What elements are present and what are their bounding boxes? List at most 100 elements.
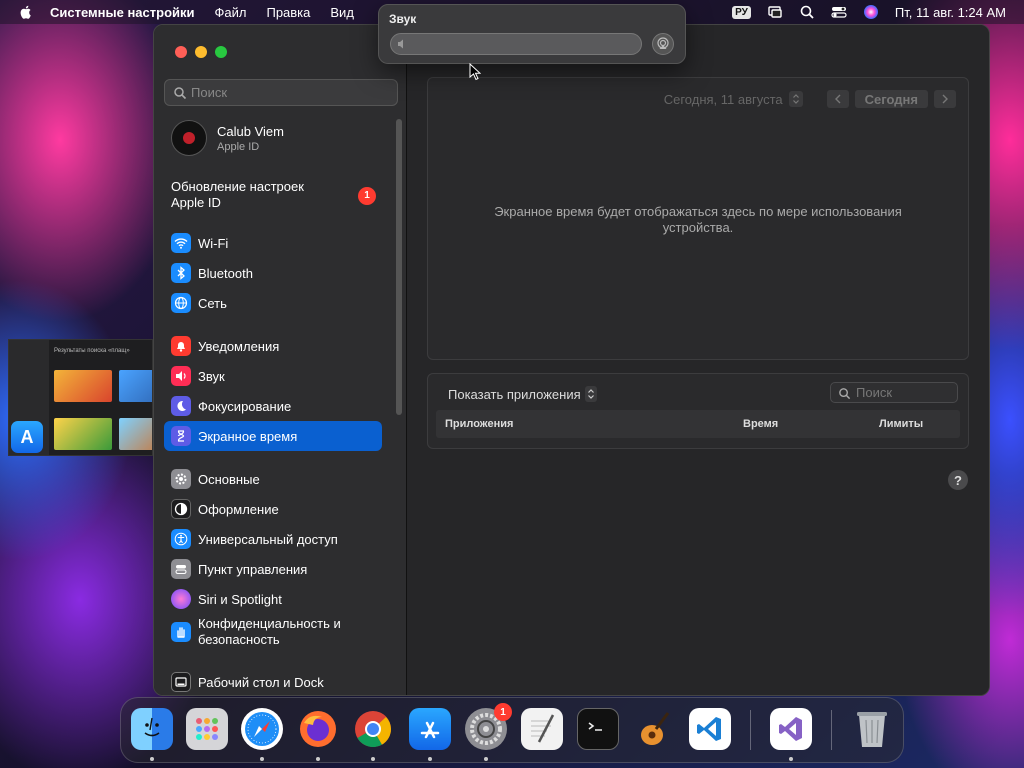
control-center-icon[interactable]: [831, 4, 847, 20]
avatar: [171, 120, 207, 156]
previous-day-button[interactable]: [826, 90, 849, 108]
system-settings-icon[interactable]: 1: [465, 703, 512, 750]
trash-icon[interactable]: [851, 708, 893, 750]
menu-file[interactable]: Файл: [215, 5, 247, 20]
globe-icon: [171, 293, 191, 313]
search-input[interactable]: [191, 85, 397, 100]
moon-icon: [171, 396, 191, 416]
appearance-icon: [171, 499, 191, 519]
sidebar-item-bluetooth[interactable]: Bluetooth: [164, 258, 382, 288]
close-button[interactable]: [175, 46, 187, 58]
sidebar-item-label: Универсальный доступ: [198, 531, 338, 547]
sidebar-item-accessibility[interactable]: Универсальный доступ: [164, 524, 382, 554]
show-apps-popup[interactable]: Показать приложения: [448, 386, 597, 402]
speaker-icon: [398, 39, 403, 49]
today-button[interactable]: Сегодня: [854, 90, 928, 108]
speaker-icon: [171, 366, 191, 386]
minimize-button[interactable]: [195, 46, 207, 58]
menu-datetime[interactable]: Пт, 11 авг. 1:24 AM: [895, 5, 1006, 20]
firefox-icon[interactable]: [297, 708, 339, 750]
menu-edit[interactable]: Правка: [266, 5, 310, 20]
search-icon: [174, 87, 187, 100]
textedit-icon[interactable]: [521, 708, 563, 750]
sidebar-item-label: Экранное время: [198, 428, 298, 444]
garageband-icon[interactable]: [633, 708, 675, 750]
apps-table-header: Приложения Время Лимиты: [436, 410, 960, 438]
volume-slider[interactable]: [390, 33, 642, 55]
sidebar-item-label: Сеть: [198, 295, 227, 311]
sidebar-item-label: Фокусирование: [198, 398, 292, 414]
sidebar-item-label: Конфиденциальность и безопасность: [198, 616, 341, 647]
chevron-updown-icon: [584, 386, 597, 402]
window-controls: [175, 46, 227, 58]
app-store-icon: A: [11, 421, 43, 453]
wifi-icon: [171, 233, 191, 253]
running-indicator: [260, 757, 264, 761]
sidebar-item-network[interactable]: Сеть: [164, 288, 382, 318]
sidebar-scrollbar[interactable]: [396, 119, 402, 415]
sidebar-item-label: Оформление: [198, 501, 279, 517]
menu-view[interactable]: Вид: [330, 5, 354, 20]
menu-app-name[interactable]: Системные настройки: [50, 5, 195, 20]
apple-id-update-item[interactable]: Обновление настроек Apple ID 1: [171, 179, 391, 211]
screen-mirroring-icon[interactable]: [767, 4, 783, 20]
date-stepper[interactable]: [788, 91, 803, 107]
user-name: Calub Viem: [217, 123, 284, 139]
zoom-button[interactable]: [215, 46, 227, 58]
column-header-time[interactable]: Время: [743, 418, 778, 430]
update-badge: 1: [358, 187, 376, 205]
sidebar-item-focus[interactable]: Фокусирование: [164, 391, 382, 421]
help-button[interactable]: ?: [948, 470, 968, 490]
running-indicator: [484, 757, 488, 761]
siri-icon[interactable]: [863, 4, 879, 20]
running-indicator: [316, 757, 320, 761]
thumbnail-title: Результаты поиска «плащ»: [54, 348, 130, 354]
control-center-icon: [171, 559, 191, 579]
sidebar-item-appearance[interactable]: Оформление: [164, 494, 382, 524]
apps-search-input[interactable]: [856, 385, 957, 400]
sidebar-item-general[interactable]: Основные: [164, 464, 382, 494]
finder-icon[interactable]: [131, 708, 173, 750]
sidebar: Calub Viem Apple ID Обновление настроек …: [154, 25, 407, 695]
sidebar-item-notifications[interactable]: Уведомления: [164, 331, 382, 361]
vscode-icon[interactable]: [689, 708, 731, 750]
mouse-cursor-icon: [469, 63, 481, 81]
sidebar-item-sound[interactable]: Звук: [164, 361, 382, 391]
sidebar-group-notifications: Уведомления Звук Фокусирование Экранное …: [164, 331, 382, 451]
sidebar-item-control-center[interactable]: Пункт управления: [164, 554, 382, 584]
sidebar-item-label: Пункт управления: [198, 561, 308, 577]
visual-studio-icon[interactable]: [770, 708, 812, 750]
sidebar-item-label: Основные: [198, 471, 260, 487]
column-header-apps[interactable]: Приложения: [445, 418, 513, 430]
gear-icon: [171, 469, 191, 489]
terminal-icon[interactable]: [577, 708, 619, 750]
airplay-icon: [657, 37, 669, 49]
sidebar-item-wifi[interactable]: Wi-Fi: [164, 228, 382, 258]
sidebar-item-screen-time[interactable]: Экранное время: [164, 421, 382, 451]
launchpad-icon[interactable]: [186, 708, 228, 750]
thumbnail-result-image: [54, 370, 112, 402]
running-indicator: [150, 757, 154, 761]
hand-icon: [171, 622, 191, 642]
sidebar-item-label: Уведомления: [198, 338, 280, 354]
sidebar-item-desktop-dock[interactable]: Рабочий стол и Dock: [164, 667, 382, 695]
empty-state-message: Экранное время будет отображаться здесь …: [494, 204, 902, 235]
apple-id-account[interactable]: Calub Viem Apple ID: [171, 120, 284, 156]
window-preview-thumbnail[interactable]: Результаты поиска «плащ» A: [8, 339, 153, 456]
sound-popover: Звук: [378, 4, 686, 64]
airplay-audio-button[interactable]: [652, 33, 674, 55]
input-source-badge[interactable]: РУ: [732, 5, 751, 19]
sound-popover-title: Звук: [389, 12, 417, 26]
safari-icon[interactable]: [241, 708, 283, 750]
sidebar-item-privacy-security[interactable]: Конфиденциальность и безопасность: [164, 614, 382, 650]
chrome-icon[interactable]: [352, 708, 394, 750]
next-day-button[interactable]: [934, 90, 956, 108]
app-store-icon[interactable]: [409, 708, 451, 750]
spotlight-search-icon[interactable]: [799, 4, 815, 20]
apple-logo-icon[interactable]: [18, 4, 34, 20]
column-header-limits[interactable]: Лимиты: [879, 418, 923, 430]
user-subtitle: Apple ID: [217, 140, 260, 153]
sidebar-item-label: Siri и Spotlight: [198, 591, 282, 607]
sidebar-item-label: Звук: [198, 368, 225, 384]
sidebar-item-siri-spotlight[interactable]: Siri и Spotlight: [164, 584, 382, 614]
